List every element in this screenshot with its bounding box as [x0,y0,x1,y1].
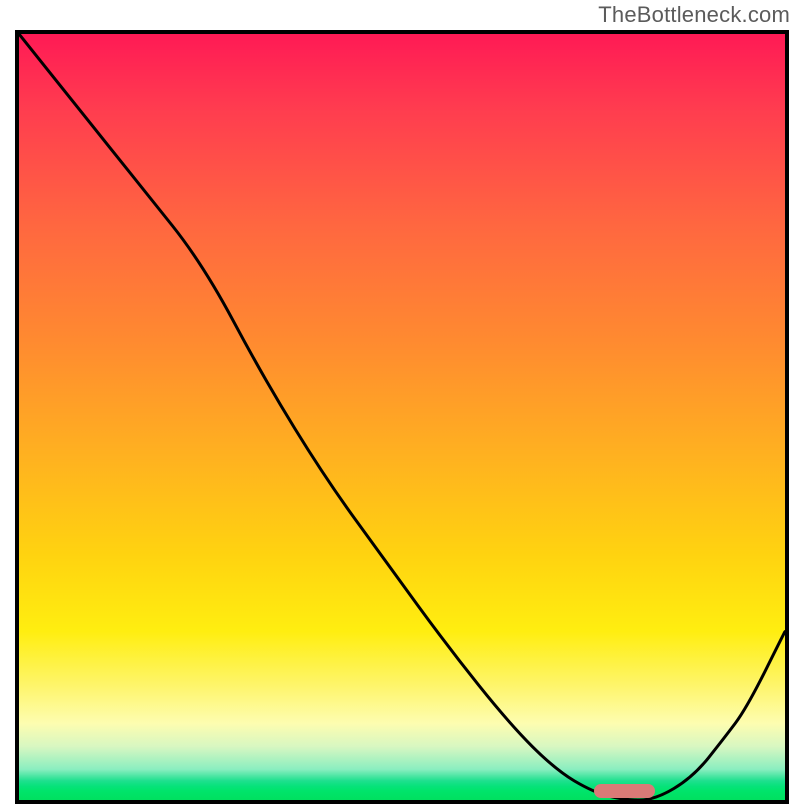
optimal-range-marker [594,784,655,798]
chart-svg [19,34,785,800]
chart-frame [15,30,789,804]
bottleneck-curve [19,34,785,800]
watermark-text: TheBottleneck.com [598,2,790,28]
